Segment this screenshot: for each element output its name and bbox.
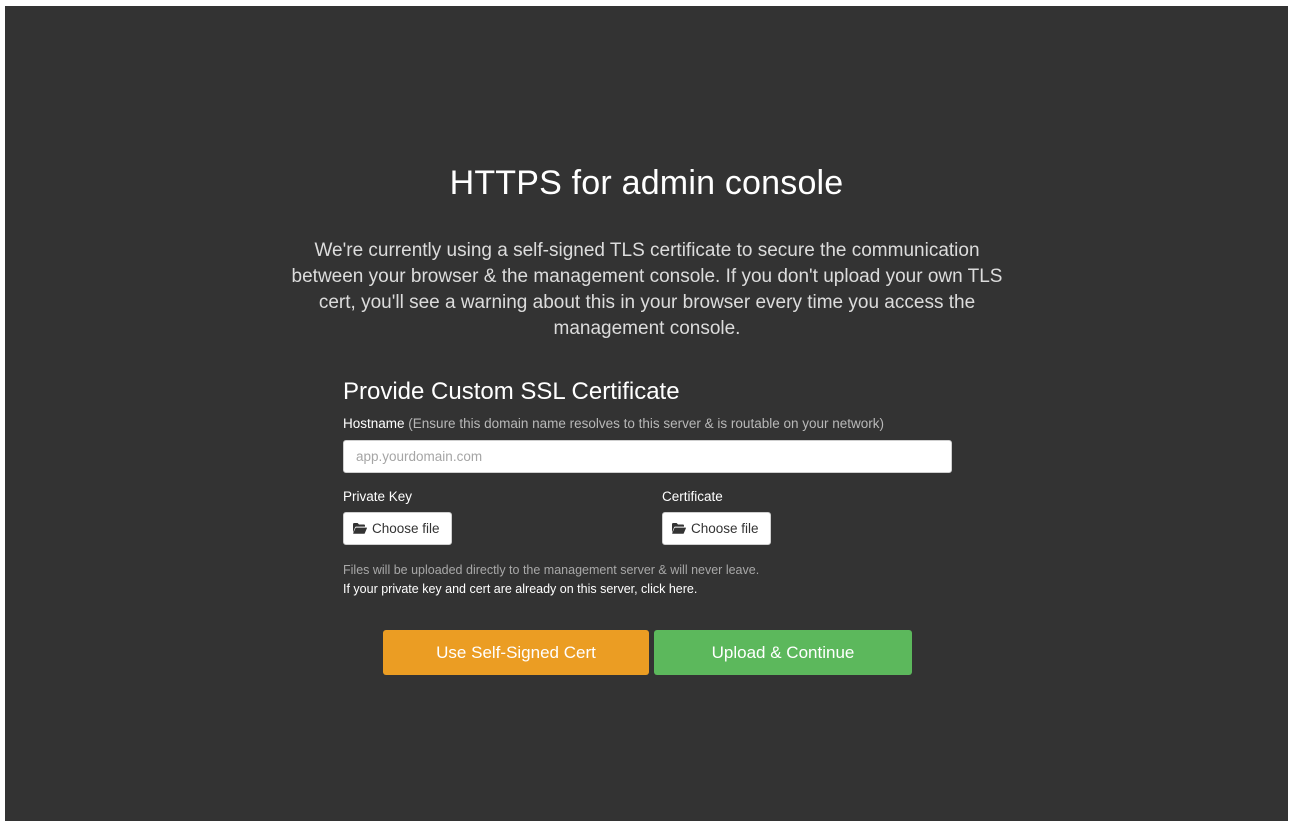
certificate-choose-file-button[interactable]: Choose file xyxy=(662,512,771,545)
hostname-hint: (Ensure this domain name resolves to thi… xyxy=(408,416,885,431)
folder-open-icon xyxy=(672,523,686,534)
private-key-choose-file-button[interactable]: Choose file xyxy=(343,512,452,545)
certificate-label: Certificate xyxy=(662,489,723,504)
page-title: HTTPS for admin console xyxy=(449,164,844,202)
intro-text: We're currently using a self-signed TLS … xyxy=(291,240,1003,339)
upload-note: Files will be uploaded directly to the m… xyxy=(343,563,760,577)
server-files-link[interactable]: If your private key and cert are already… xyxy=(343,582,697,596)
console-screen: HTTPS for admin console We're currently … xyxy=(5,6,1288,821)
section-title: Provide Custom SSL Certificate xyxy=(343,378,680,405)
certificate-button-label: Choose file xyxy=(691,521,759,536)
hostname-input[interactable] xyxy=(343,440,952,473)
private-key-button-label: Choose file xyxy=(372,521,440,536)
hostname-label: Hostname (Ensure this domain name resolv… xyxy=(343,416,884,431)
hostname-label-text: Hostname xyxy=(343,416,405,431)
private-key-label: Private Key xyxy=(343,489,413,504)
use-self-signed-cert-button[interactable]: Use Self-Signed Cert xyxy=(383,630,649,675)
upload-and-continue-button[interactable]: Upload & Continue xyxy=(654,630,912,675)
folder-open-icon xyxy=(353,523,367,534)
